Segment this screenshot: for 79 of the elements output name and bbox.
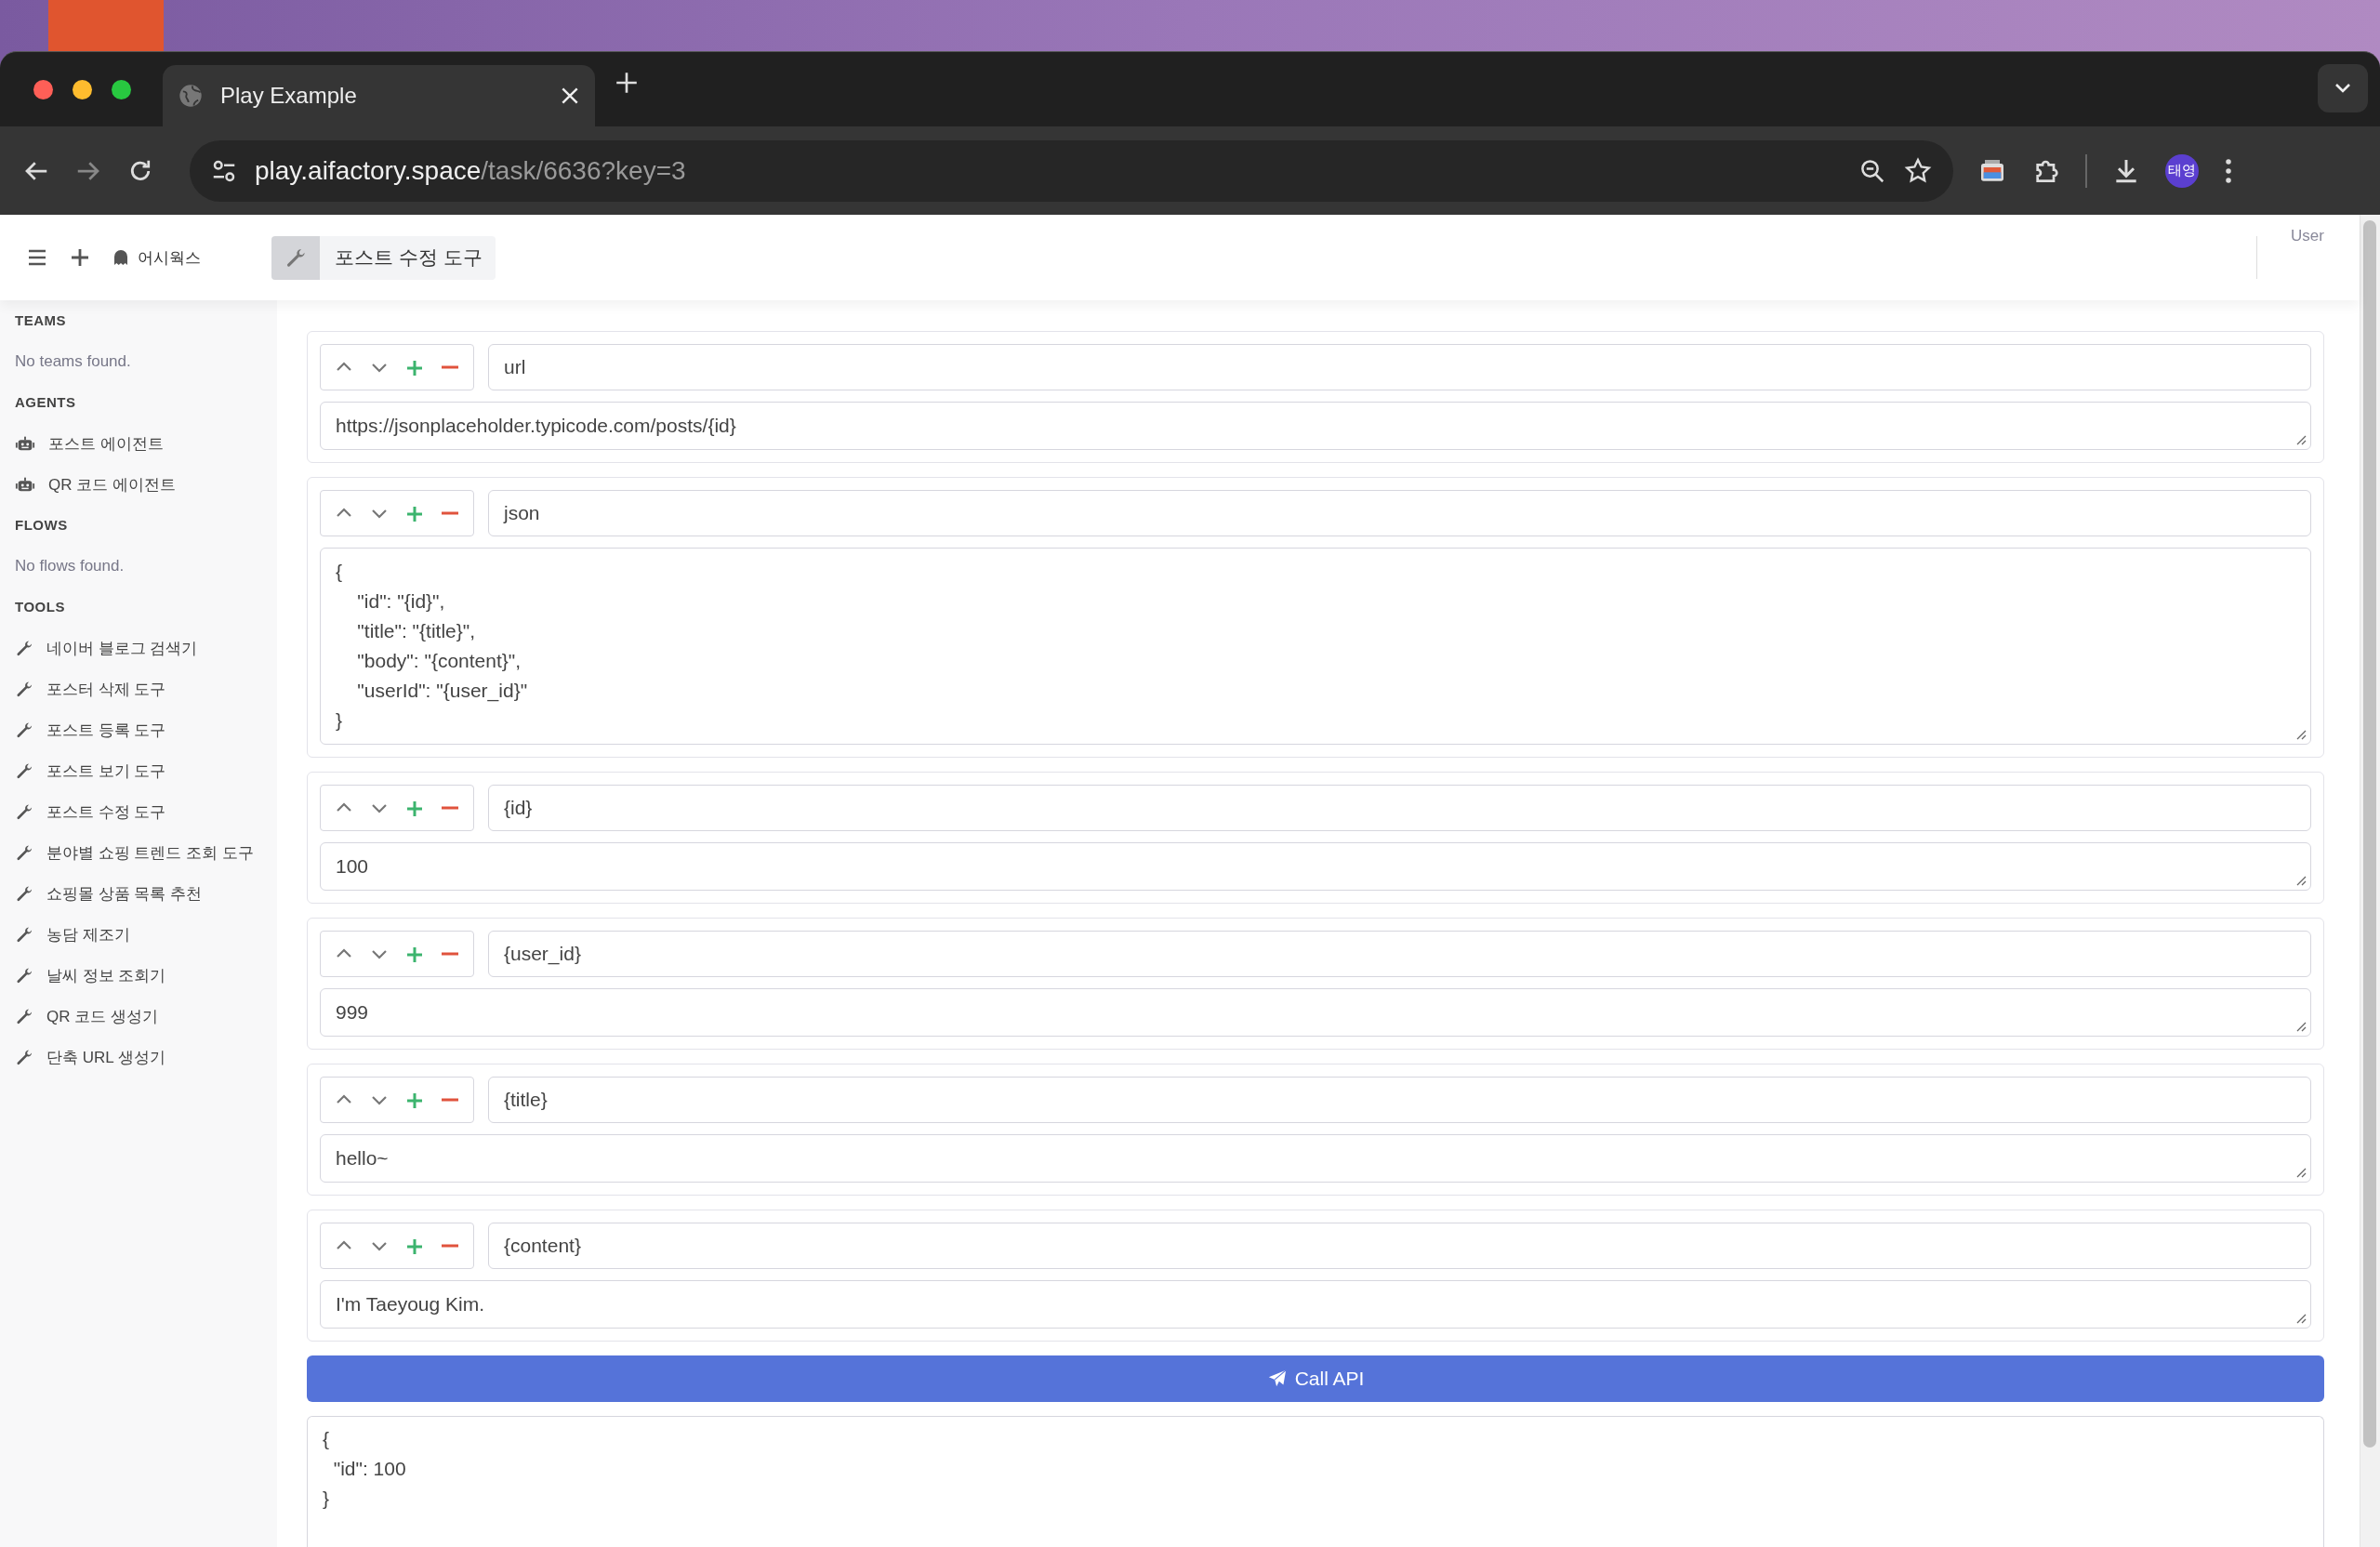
sidebar-item[interactable]: 네이버 블로그 검색기 — [15, 628, 277, 668]
url-text: play.aifactory.space/task/6636?key=3 — [255, 155, 687, 186]
chevron-down-icon — [2334, 82, 2352, 95]
sidebar-item[interactable]: 단축 URL 생성기 — [15, 1037, 277, 1078]
ghost-icon — [113, 249, 128, 266]
section-heading: AGENTS — [15, 393, 77, 412]
tab-search-button[interactable] — [2318, 64, 2368, 112]
globe-icon — [178, 83, 204, 109]
minus-icon — [442, 511, 458, 515]
value-field[interactable]: 100 — [320, 842, 2311, 891]
sidebar-item[interactable]: QR 코드 생성기 — [15, 996, 277, 1037]
user-label[interactable]: User — [2291, 227, 2324, 245]
wrench-icon — [15, 925, 33, 944]
wrench-icon — [15, 761, 33, 780]
value-field[interactable]: I'm Taeyoug Kim. — [320, 1280, 2311, 1329]
sidebar-item[interactable]: QR 코드 에이전트 — [15, 464, 277, 505]
plus-icon — [405, 505, 424, 522]
sidebar-item[interactable]: 포스트 보기 도구 — [15, 750, 277, 791]
empty-message: No teams found. — [15, 351, 132, 372]
wrench-icon — [284, 246, 307, 269]
minus-icon — [442, 952, 458, 956]
wrench-icon — [15, 1007, 33, 1025]
wrench-icon — [15, 884, 33, 903]
minus-icon — [442, 365, 458, 369]
close-window-button[interactable] — [33, 79, 53, 99]
empty-message: No flows found. — [15, 556, 126, 576]
scrollbar-thumb[interactable] — [2363, 220, 2376, 1448]
sidebar-item[interactable]: 농담 제조기 — [15, 914, 277, 955]
plus-icon — [405, 800, 424, 816]
wrench-icon — [15, 1048, 33, 1066]
wrench-icon — [15, 721, 33, 739]
plus-icon — [405, 945, 424, 962]
address-bar[interactable]: play.aifactory.space/task/6636?key=3 — [190, 139, 1953, 202]
browser-tab[interactable]: Play Example — [163, 65, 595, 126]
value-field[interactable]: hello~ — [320, 1134, 2311, 1183]
more-menu-icon[interactable] — [2223, 156, 2234, 185]
plus-icon — [405, 359, 424, 376]
value-field[interactable]: 999 — [320, 988, 2311, 1037]
minus-icon — [442, 1244, 458, 1248]
section-heading: FLOWS — [15, 516, 69, 535]
key-field[interactable]: url — [488, 344, 2311, 390]
sidebar-item[interactable]: 포스트 에이전트 — [15, 423, 277, 464]
sidebar-item[interactable]: 포스트 등록 도구 — [15, 709, 277, 750]
value-field[interactable]: { "id": "{id}", "title": "{title}", "body": "{content}", "userId": "{user_id}" } — [320, 548, 2311, 745]
wrench-icon — [15, 843, 33, 862]
tab-title: Play Example — [220, 83, 358, 109]
wrench-icon — [15, 966, 33, 985]
minus-icon — [442, 1098, 458, 1102]
wrench-icon — [15, 680, 33, 698]
sidebar-item[interactable]: 날씨 정보 조회기 — [15, 955, 277, 996]
section-heading: TEAMS — [15, 311, 67, 330]
new-tab-icon[interactable] — [615, 72, 638, 94]
plus-icon[interactable] — [71, 248, 89, 267]
key-field[interactable]: {content} — [488, 1223, 2311, 1269]
profile-avatar[interactable]: 태영 — [2165, 153, 2199, 188]
close-icon[interactable] — [560, 86, 580, 106]
sidebar-item[interactable]: 포스터 삭제 도구 — [15, 668, 277, 709]
key-field[interactable]: json — [488, 490, 2311, 536]
sidebar-item[interactable]: 쇼핑몰 상품 목록 추천 — [15, 873, 277, 914]
page-scrollbar[interactable] — [2360, 215, 2380, 1547]
key-field[interactable]: {title} — [488, 1077, 2311, 1123]
sidebar-item[interactable]: 분야별 쇼핑 트렌드 조회 도구 — [15, 832, 277, 873]
menu-icon[interactable] — [28, 249, 46, 266]
open-tool-tab[interactable]: 포스트 수정 도구 — [271, 235, 496, 280]
response-output: { "id": 100 } — [307, 1416, 2324, 1547]
section-heading: TOOLS — [15, 598, 66, 616]
call-api-button[interactable]: Call API — [307, 1355, 2324, 1402]
minus-icon — [442, 806, 458, 810]
value-field[interactable]: https://jsonplaceholder.typicode.com/posts/{id} — [320, 402, 2311, 450]
minimize-window-button[interactable] — [73, 79, 92, 99]
key-field[interactable]: {user_id} — [488, 931, 2311, 977]
maximize-window-button[interactable] — [112, 79, 131, 99]
plus-icon — [405, 1237, 424, 1254]
sidebar-item[interactable]: 포스트 수정 도구 — [15, 791, 277, 832]
plus-icon — [405, 1091, 424, 1108]
wrench-icon — [15, 802, 33, 821]
workspace-name[interactable]: 어시웍스 — [138, 246, 201, 269]
wrench-icon — [15, 639, 33, 657]
key-field[interactable]: {id} — [488, 785, 2311, 831]
